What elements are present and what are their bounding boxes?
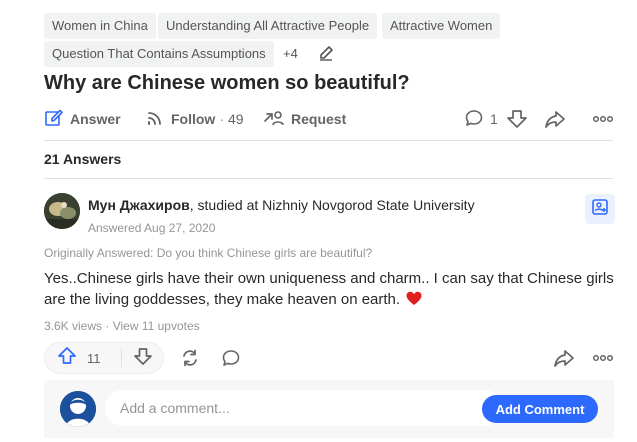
- views-and-upvotes[interactable]: 3.6K views · View 11 upvotes: [44, 319, 200, 333]
- answer-edit-icon: [44, 108, 70, 131]
- downvote-icon[interactable]: [506, 108, 528, 135]
- request-label: Request: [291, 111, 347, 127]
- comment-button[interactable]: 1: [464, 108, 498, 130]
- answer-label: Answer: [70, 111, 121, 127]
- answers-count-heading: 21 Answers: [44, 151, 122, 167]
- divider: [44, 178, 613, 179]
- upvote-count: 11: [87, 350, 101, 366]
- topic-chip-question-assumptions[interactable]: Question That Contains Assumptions: [44, 41, 274, 67]
- more-topics-link[interactable]: +4: [283, 46, 298, 62]
- vote-separator: [121, 349, 122, 367]
- share-icon[interactable]: [553, 347, 575, 374]
- downvote-button[interactable]: [125, 343, 161, 373]
- more-icon[interactable]: [592, 110, 614, 133]
- follow-author-icon: [591, 198, 609, 221]
- comment-box: Add Comment: [44, 380, 614, 438]
- comment-count: 1: [490, 111, 498, 127]
- upvote-icon: [57, 346, 77, 371]
- comment-input[interactable]: [105, 390, 503, 426]
- reshare-icon[interactable]: [180, 348, 200, 373]
- avatar[interactable]: [44, 193, 80, 229]
- request-icon: [263, 108, 291, 131]
- heart-icon: [406, 291, 422, 312]
- downvote-icon: [133, 346, 153, 371]
- answered-date[interactable]: Answered Aug 27, 2020: [88, 221, 215, 235]
- pencil-icon[interactable]: [318, 44, 334, 62]
- follow-button[interactable]: Follow · 49: [145, 108, 244, 130]
- share-icon[interactable]: [544, 108, 566, 135]
- answer-text: Yes..Chinese girls have their own unique…: [44, 270, 614, 308]
- follow-label: Follow: [171, 111, 216, 127]
- more-icon[interactable]: [592, 349, 614, 372]
- current-user-avatar: [60, 391, 96, 427]
- upvote-button[interactable]: 11: [45, 343, 121, 373]
- answer-button[interactable]: Answer: [44, 108, 121, 130]
- topic-chip-attractive-women[interactable]: Attractive Women: [382, 13, 501, 39]
- separator-dot: ·: [219, 111, 224, 127]
- follow-count: 49: [228, 111, 244, 127]
- author-credential[interactable]: , studied at Nizhniy Novgorod State Univ…: [190, 197, 475, 213]
- author-name[interactable]: Мун Джахиров: [88, 197, 190, 213]
- comment-icon[interactable]: [221, 348, 241, 373]
- author-line: Мун Джахиров, studied at Nizhniy Novgoro…: [88, 197, 475, 213]
- answer-body: Yes..Chinese girls have their own unique…: [44, 268, 614, 312]
- question-title[interactable]: Why are Chinese women so beautiful?: [44, 72, 410, 95]
- divider: [44, 140, 613, 141]
- follow-author-button[interactable]: [585, 194, 615, 224]
- follow-icon: [145, 108, 171, 131]
- add-comment-button[interactable]: Add Comment: [482, 395, 598, 423]
- vote-controls: 11: [44, 342, 164, 374]
- topic-chip-understanding-attractive-people[interactable]: Understanding All Attractive People: [158, 13, 378, 39]
- topic-chip-women-in-china[interactable]: Women in China: [44, 13, 156, 39]
- request-button[interactable]: Request: [263, 108, 346, 130]
- originally-answered-link[interactable]: Originally Answered: Do you think Chines…: [44, 246, 372, 260]
- comment-icon: [464, 108, 490, 131]
